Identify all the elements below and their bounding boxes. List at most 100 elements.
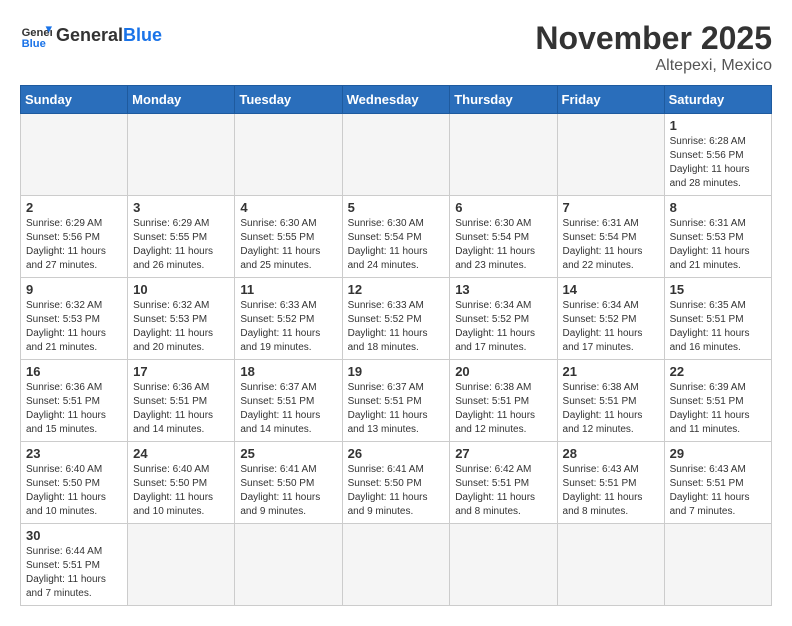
table-row: 25Sunrise: 6:41 AMSunset: 5:50 PMDayligh…: [235, 442, 342, 524]
day-number: 4: [240, 200, 336, 215]
table-row: [664, 524, 771, 606]
table-row: 20 Sunrise: 6:38 AMSunset: 5:51 PMDayligh…: [450, 360, 557, 442]
logo-icon: General Blue: [20, 20, 52, 52]
day-number: 14: [563, 282, 659, 297]
calendar-row: 9 Sunrise: 6:32 AMSunset: 5:53 PMDaylight…: [21, 278, 772, 360]
cell-text: Sunrise: 6:44 AMSunset: 5:51 PMDaylight:…: [26, 545, 122, 601]
cell-text: Sunrise: 6:43 AMSunset: 5:51 PMDaylight:…: [670, 463, 766, 519]
table-row: 5Sunrise: 6:30 AMSunset: 5:54 PMDaylight…: [342, 196, 450, 278]
day-number: 15: [670, 282, 766, 297]
cell-text: Sunrise: 6:37 AMSunset: 5:51 PMDaylight:…: [240, 381, 336, 437]
day-number: 21: [563, 364, 659, 379]
cell-text: Sunrise: 6:34 AMSunset: 5:52 PMDaylight:…: [563, 299, 659, 355]
table-row: [557, 524, 664, 606]
table-row: 29 Sunrise: 6:43 AMSunset: 5:51 PMDayligh…: [664, 442, 771, 524]
day-number: 2: [26, 200, 122, 215]
day-number: 12: [348, 282, 445, 297]
day-number: 6: [455, 200, 551, 215]
day-number: 29: [670, 446, 766, 461]
page-header: General Blue GeneralBlue November 2025 A…: [20, 20, 772, 75]
table-row: [235, 114, 342, 196]
table-row: 17 Sunrise: 6:36 AMSunset: 5:51 PMDayligh…: [128, 360, 235, 442]
table-row: [21, 114, 128, 196]
day-number: 30: [26, 528, 122, 543]
calendar-row: 1 Sunrise: 6:28 AMSunset: 5:56 PMDaylight…: [21, 114, 772, 196]
cell-text: Sunrise: 6:28 AMSunset: 5:56 PMDaylight:…: [670, 135, 766, 191]
weekday-header-row: SundayMondayTuesdayWednesdayThursdayFrid…: [21, 86, 772, 114]
table-row: 13Sunrise: 6:34 AMSunset: 5:52 PMDayligh…: [450, 278, 557, 360]
day-number: 19: [348, 364, 445, 379]
calendar-row: 23Sunrise: 6:40 AMSunset: 5:50 PMDayligh…: [21, 442, 772, 524]
table-row: 28Sunrise: 6:43 AMSunset: 5:51 PMDayligh…: [557, 442, 664, 524]
weekday-header-saturday: Saturday: [664, 86, 771, 114]
cell-text: Sunrise: 6:38 AMSunset: 5:51 PMDaylight:…: [563, 381, 659, 437]
day-number: 17: [133, 364, 229, 379]
cell-text: Sunrise: 6:32 AMSunset: 5:53 PMDaylight:…: [133, 299, 229, 355]
day-number: 28: [563, 446, 659, 461]
day-number: 13: [455, 282, 551, 297]
cell-text: Sunrise: 6:29 AMSunset: 5:56 PMDaylight:…: [26, 217, 122, 273]
calendar-row: 30 Sunrise: 6:44 AMSunset: 5:51 PMDayligh…: [21, 524, 772, 606]
day-number: 10: [133, 282, 229, 297]
table-row: [128, 524, 235, 606]
table-row: 30 Sunrise: 6:44 AMSunset: 5:51 PMDayligh…: [21, 524, 128, 606]
cell-text: Sunrise: 6:40 AMSunset: 5:50 PMDaylight:…: [133, 463, 229, 519]
calendar: SundayMondayTuesdayWednesdayThursdayFrid…: [20, 85, 772, 606]
table-row: 6 Sunrise: 6:30 AMSunset: 5:54 PMDaylight…: [450, 196, 557, 278]
table-row: 2 Sunrise: 6:29 AMSunset: 5:56 PMDaylight…: [21, 196, 128, 278]
cell-text: Sunrise: 6:41 AMSunset: 5:50 PMDaylight:…: [240, 463, 336, 519]
weekday-header-tuesday: Tuesday: [235, 86, 342, 114]
day-number: 9: [26, 282, 122, 297]
month-title: November 2025: [535, 20, 772, 57]
day-number: 18: [240, 364, 336, 379]
table-row: 1 Sunrise: 6:28 AMSunset: 5:56 PMDaylight…: [664, 114, 771, 196]
cell-text: Sunrise: 6:36 AMSunset: 5:51 PMDaylight:…: [26, 381, 122, 437]
weekday-header-monday: Monday: [128, 86, 235, 114]
table-row: [342, 524, 450, 606]
table-row: 8 Sunrise: 6:31 AMSunset: 5:53 PMDaylight…: [664, 196, 771, 278]
table-row: [342, 114, 450, 196]
day-number: 20: [455, 364, 551, 379]
cell-text: Sunrise: 6:29 AMSunset: 5:55 PMDaylight:…: [133, 217, 229, 273]
day-number: 27: [455, 446, 551, 461]
table-row: 12 Sunrise: 6:33 AMSunset: 5:52 PMDayligh…: [342, 278, 450, 360]
cell-text: Sunrise: 6:41 AMSunset: 5:50 PMDaylight:…: [348, 463, 445, 519]
cell-text: Sunrise: 6:32 AMSunset: 5:53 PMDaylight:…: [26, 299, 122, 355]
table-row: 9 Sunrise: 6:32 AMSunset: 5:53 PMDaylight…: [21, 278, 128, 360]
cell-text: Sunrise: 6:39 AMSunset: 5:51 PMDaylight:…: [670, 381, 766, 437]
day-number: 26: [348, 446, 445, 461]
table-row: [235, 524, 342, 606]
table-row: 19Sunrise: 6:37 AMSunset: 5:51 PMDayligh…: [342, 360, 450, 442]
cell-text: Sunrise: 6:36 AMSunset: 5:51 PMDaylight:…: [133, 381, 229, 437]
table-row: 15 Sunrise: 6:35 AMSunset: 5:51 PMDayligh…: [664, 278, 771, 360]
table-row: 24 Sunrise: 6:40 AMSunset: 5:50 PMDayligh…: [128, 442, 235, 524]
day-number: 24: [133, 446, 229, 461]
logo-text: GeneralBlue: [56, 26, 162, 46]
day-number: 1: [670, 118, 766, 133]
day-number: 8: [670, 200, 766, 215]
cell-text: Sunrise: 6:31 AMSunset: 5:53 PMDaylight:…: [670, 217, 766, 273]
cell-text: Sunrise: 6:31 AMSunset: 5:54 PMDaylight:…: [563, 217, 659, 273]
table-row: 10 Sunrise: 6:32 AMSunset: 5:53 PMDayligh…: [128, 278, 235, 360]
cell-text: Sunrise: 6:33 AMSunset: 5:52 PMDaylight:…: [240, 299, 336, 355]
cell-text: Sunrise: 6:35 AMSunset: 5:51 PMDaylight:…: [670, 299, 766, 355]
cell-text: Sunrise: 6:33 AMSunset: 5:52 PMDaylight:…: [348, 299, 445, 355]
table-row: 23Sunrise: 6:40 AMSunset: 5:50 PMDayligh…: [21, 442, 128, 524]
cell-text: Sunrise: 6:38 AMSunset: 5:51 PMDaylight:…: [455, 381, 551, 437]
title-block: November 2025 Altepexi, Mexico: [535, 20, 772, 75]
table-row: 18 Sunrise: 6:37 AMSunset: 5:51 PMDayligh…: [235, 360, 342, 442]
table-row: 27Sunrise: 6:42 AMSunset: 5:51 PMDayligh…: [450, 442, 557, 524]
cell-text: Sunrise: 6:40 AMSunset: 5:50 PMDaylight:…: [26, 463, 122, 519]
location: Altepexi, Mexico: [535, 57, 772, 75]
table-row: 3 Sunrise: 6:29 AMSunset: 5:55 PMDaylight…: [128, 196, 235, 278]
weekday-header-thursday: Thursday: [450, 86, 557, 114]
table-row: 7Sunrise: 6:31 AMSunset: 5:54 PMDaylight…: [557, 196, 664, 278]
calendar-row: 2 Sunrise: 6:29 AMSunset: 5:56 PMDaylight…: [21, 196, 772, 278]
table-row: 22 Sunrise: 6:39 AMSunset: 5:51 PMDayligh…: [664, 360, 771, 442]
day-number: 22: [670, 364, 766, 379]
cell-text: Sunrise: 6:30 AMSunset: 5:54 PMDaylight:…: [455, 217, 551, 273]
weekday-header-friday: Friday: [557, 86, 664, 114]
table-row: [450, 524, 557, 606]
day-number: 16: [26, 364, 122, 379]
day-number: 3: [133, 200, 229, 215]
